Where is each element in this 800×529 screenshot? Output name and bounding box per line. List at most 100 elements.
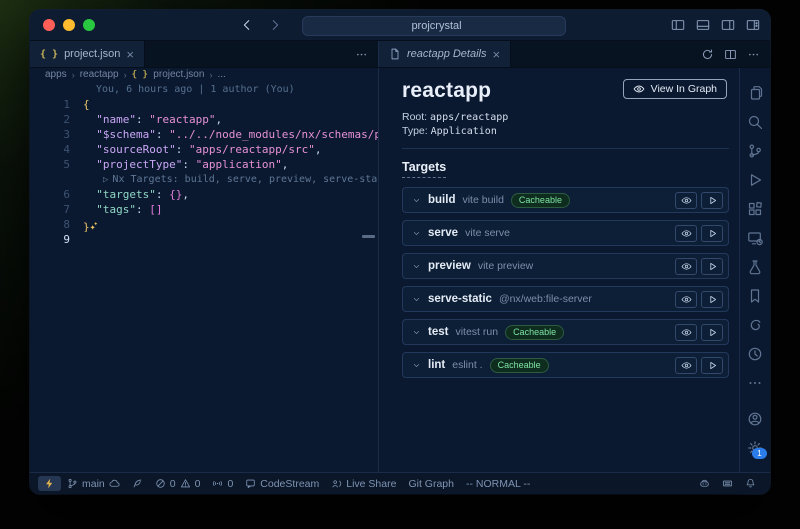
tab-reactapp-details[interactable]: reactapp Details × xyxy=(379,41,511,67)
run-icon: ▷ xyxy=(103,175,108,185)
token: [] xyxy=(149,203,162,216)
view-target-button[interactable] xyxy=(675,192,697,209)
code-line[interactable]: ▷Nx Targets: build, serve, preview, serv… xyxy=(30,172,378,187)
tab-project-json[interactable]: { } project.json × xyxy=(30,41,145,67)
code-line[interactable]: 6 "targets": {}, xyxy=(30,187,378,202)
target-row-serve[interactable]: servevite serve xyxy=(402,220,729,246)
close-window-button[interactable] xyxy=(43,19,55,31)
code-line[interactable]: You, 6 hours ago | 1 author (You) xyxy=(30,82,378,97)
status-gitlens-status[interactable] xyxy=(126,473,149,494)
code-line[interactable]: 5 "projectType": "application", xyxy=(30,157,378,172)
breadcrumb-item[interactable]: { } project.json xyxy=(132,69,205,80)
activity-history[interactable] xyxy=(740,339,770,368)
status-vim-mode[interactable]: -- NORMAL -- xyxy=(460,473,536,494)
target-command: @nx/web:file-server xyxy=(499,293,592,305)
token: "targets" xyxy=(96,188,156,201)
token: {} xyxy=(169,188,182,201)
token: , xyxy=(182,188,189,201)
view-target-button[interactable] xyxy=(675,324,697,341)
run-target-button[interactable] xyxy=(701,291,723,308)
activity-remote-explorer[interactable] xyxy=(740,223,770,252)
status-problems[interactable]: 00 xyxy=(149,473,207,494)
chevron-down-icon[interactable] xyxy=(412,361,421,370)
layout-panel-icon[interactable] xyxy=(696,18,710,32)
run-target-button[interactable] xyxy=(701,324,723,341)
layout-sidebar-right-icon[interactable] xyxy=(721,18,735,32)
status-git-graph[interactable]: Git Graph xyxy=(402,473,460,494)
status-label: -- NORMAL -- xyxy=(466,478,530,490)
target-row-test[interactable]: testvitest runCacheable xyxy=(402,319,729,345)
activity-extensions[interactable] xyxy=(740,194,770,223)
chevron-down-icon[interactable] xyxy=(412,196,421,205)
status-copilot-status[interactable] xyxy=(693,478,716,489)
activity-copilot[interactable] xyxy=(740,310,770,339)
nx-codelens[interactable]: ▷Nx Targets: build, serve, preview, serv… xyxy=(83,172,378,187)
status-live-share[interactable]: Live Share xyxy=(325,473,402,494)
maximize-window-button[interactable] xyxy=(83,19,95,31)
code-line[interactable]: 3 "$schema": "../../node_modules/nx/sche… xyxy=(30,127,378,142)
target-row-serve-static[interactable]: serve-static@nx/web:file-server xyxy=(402,286,729,312)
activity-source-control[interactable] xyxy=(740,136,770,165)
status-notifications[interactable] xyxy=(739,478,762,489)
chevron-down-icon[interactable] xyxy=(412,229,421,238)
run-target-button[interactable] xyxy=(701,225,723,242)
activity-explorer[interactable] xyxy=(740,78,770,107)
split-editor-icon[interactable] xyxy=(724,48,737,61)
activity-account[interactable] xyxy=(740,404,770,433)
refresh-icon[interactable] xyxy=(701,48,714,61)
activity-run-debug[interactable] xyxy=(740,165,770,194)
breadcrumb-item[interactable]: reactapp xyxy=(80,69,119,80)
view-target-button[interactable] xyxy=(675,357,697,374)
status-git-branch[interactable]: main xyxy=(61,473,126,494)
close-tab-icon[interactable]: × xyxy=(493,48,501,61)
code-line[interactable]: 1{ xyxy=(30,97,378,112)
breadcrumb-item[interactable]: ... xyxy=(217,69,225,80)
target-row-build[interactable]: buildvite buildCacheable xyxy=(402,187,729,213)
activity-settings-gear[interactable]: 1 xyxy=(740,433,770,462)
run-target-button[interactable] xyxy=(701,192,723,209)
token xyxy=(83,113,96,126)
code-line[interactable]: 9 xyxy=(30,232,378,247)
project-meta: Root: apps/reactapp Type: Application xyxy=(402,111,729,138)
sparkle-icon[interactable]: ✦✦ xyxy=(90,222,96,232)
chevron-down-icon[interactable] xyxy=(412,262,421,271)
view-target-button[interactable] xyxy=(675,291,697,308)
activity-testing[interactable] xyxy=(740,252,770,281)
activity-more[interactable] xyxy=(740,368,770,397)
command-center-search[interactable]: projcrystal xyxy=(302,16,566,36)
view-target-button[interactable] xyxy=(675,258,697,275)
code-editor[interactable]: You, 6 hours ago | 1 author (You)1{2 "na… xyxy=(30,81,378,472)
close-tab-icon[interactable]: × xyxy=(126,48,134,61)
code-line[interactable]: 2 "name": "reactapp", xyxy=(30,112,378,127)
status-ports[interactable]: 0 xyxy=(206,473,239,494)
status-codestream[interactable]: CodeStream xyxy=(239,473,325,494)
codestream-icon xyxy=(245,478,256,489)
warning-icon xyxy=(180,478,191,489)
breadcrumb-item[interactable]: apps xyxy=(45,69,67,80)
target-name: preview xyxy=(428,260,471,272)
more-actions-icon[interactable] xyxy=(355,48,368,61)
target-row-lint[interactable]: linteslint .Cacheable xyxy=(402,352,729,378)
code-line[interactable]: 7 "tags": [] xyxy=(30,202,378,217)
chevron-down-icon[interactable] xyxy=(412,328,421,337)
view-target-button[interactable] xyxy=(675,225,697,242)
code-line[interactable]: 8}✦✦ xyxy=(30,217,378,232)
token: , xyxy=(315,143,322,156)
target-command: vite build xyxy=(462,194,503,206)
more-actions-icon[interactable] xyxy=(747,48,760,61)
layout-customize-icon[interactable] xyxy=(746,18,760,32)
target-row-preview[interactable]: previewvite preview xyxy=(402,253,729,279)
view-in-graph-button[interactable]: View In Graph xyxy=(623,79,727,99)
back-icon[interactable] xyxy=(240,18,254,32)
forward-icon[interactable] xyxy=(268,18,282,32)
run-target-button[interactable] xyxy=(701,258,723,275)
run-target-button[interactable] xyxy=(701,357,723,374)
activity-search[interactable] xyxy=(740,107,770,136)
code-line[interactable]: 4 "sourceRoot": "apps/reactapp/src", xyxy=(30,142,378,157)
chevron-down-icon[interactable] xyxy=(412,295,421,304)
status-keyboard-status[interactable] xyxy=(716,478,739,489)
status-remote-indicator[interactable] xyxy=(38,476,61,491)
activity-bookmarks[interactable] xyxy=(740,281,770,310)
minimize-window-button[interactable] xyxy=(63,19,75,31)
layout-sidebar-left-icon[interactable] xyxy=(671,18,685,32)
